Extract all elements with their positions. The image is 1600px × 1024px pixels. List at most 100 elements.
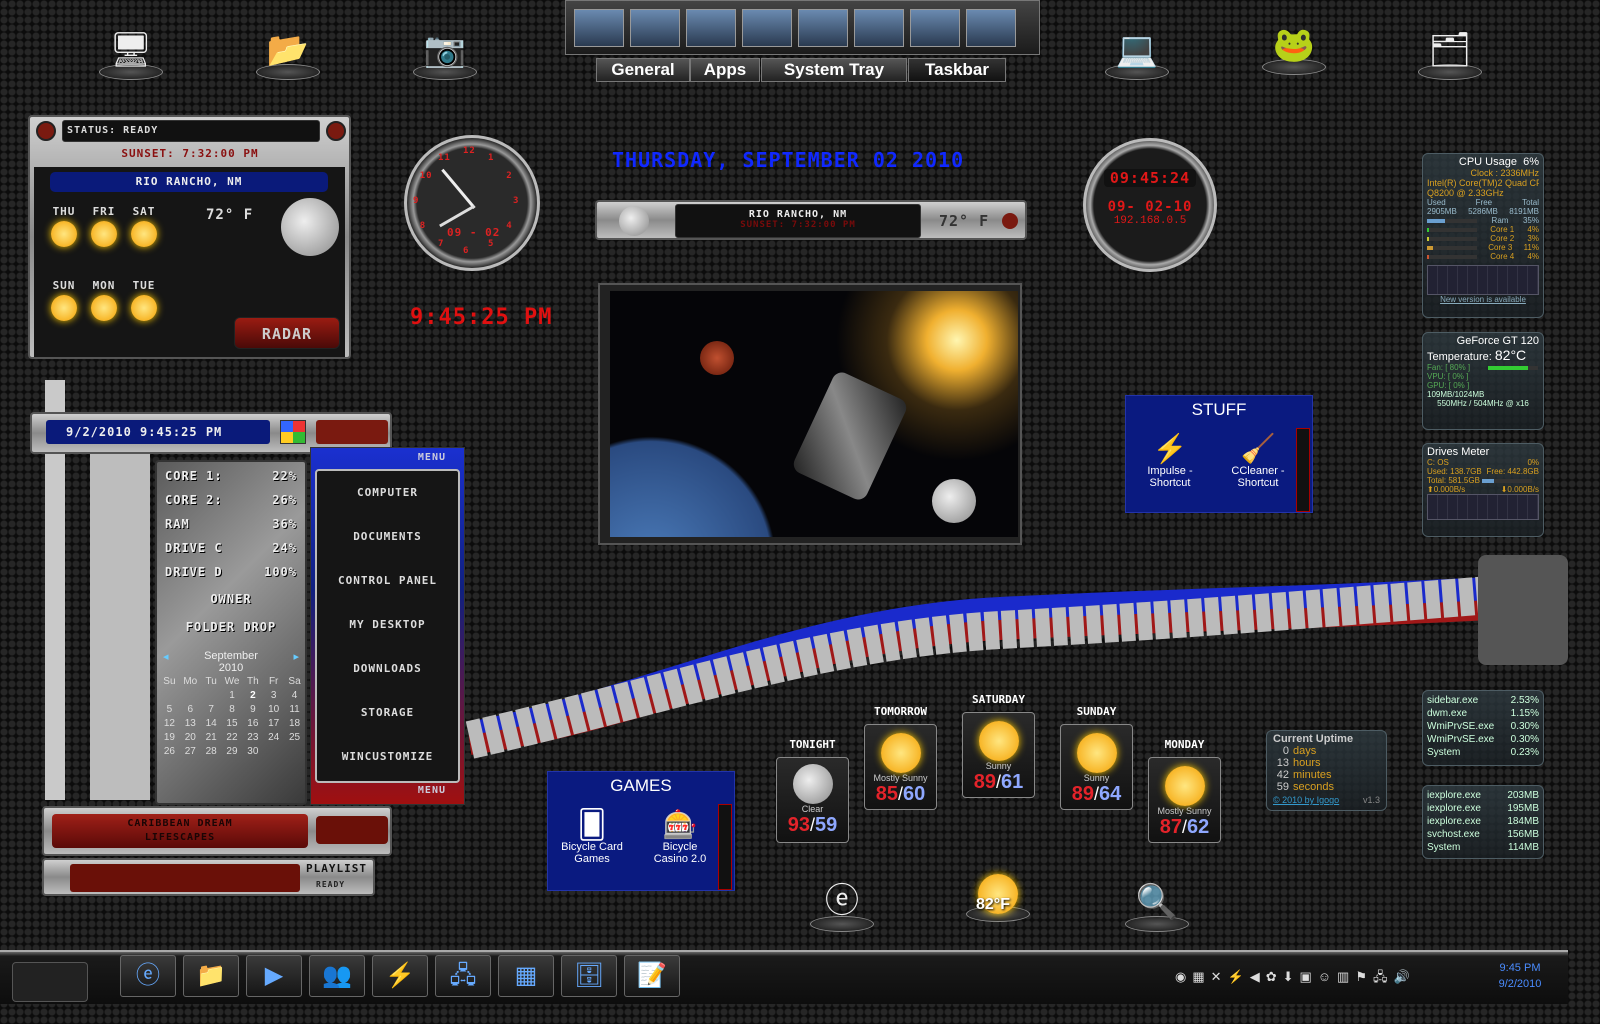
calendar-day[interactable] — [201, 688, 222, 702]
tray-clock[interactable]: 9:45 PM 9/2/2010 — [1490, 962, 1550, 990]
thumbnail-network[interactable] — [630, 9, 680, 47]
calendar-day[interactable]: 14 — [201, 716, 222, 730]
thumbnail-cabinet[interactable] — [854, 9, 904, 47]
calendar-day[interactable]: 8 — [222, 702, 243, 716]
calendar-day[interactable]: 1 — [222, 688, 243, 702]
dock-camera-icon[interactable]: 📷 — [413, 20, 477, 80]
taskbar-messenger-icon[interactable]: 👥 — [309, 955, 365, 997]
tab-system-tray[interactable]: System Tray — [761, 58, 907, 82]
scrollbar[interactable] — [1296, 428, 1310, 512]
calendar-day[interactable]: 29 — [222, 744, 243, 758]
search-dock-icon[interactable]: 🔍 — [1125, 872, 1189, 932]
calendar-day[interactable]: 27 — [180, 744, 201, 758]
red-button[interactable] — [36, 121, 56, 141]
red-button[interactable] — [326, 121, 346, 141]
tab-general[interactable]: General — [596, 58, 690, 82]
calendar-day[interactable]: 23 — [242, 730, 263, 744]
thumbnail-taskmgr[interactable] — [910, 9, 960, 47]
forecast-day: FRI — [92, 205, 116, 218]
calendar-day[interactable]: 21 — [201, 730, 222, 744]
thumbnail-messenger[interactable] — [574, 9, 624, 47]
menu-item-my-desktop[interactable]: MY DESKTOP — [317, 603, 458, 647]
calendar-day[interactable]: 13 — [180, 716, 201, 730]
calendar-day[interactable]: 11 — [284, 702, 305, 716]
calendar-day[interactable]: 17 — [263, 716, 284, 730]
calendar-day[interactable]: 2 — [242, 688, 263, 702]
drive-graph — [1427, 494, 1539, 520]
moon-icon — [619, 206, 649, 236]
new-version-link[interactable]: New version is available — [1427, 295, 1539, 304]
calendar-day[interactable]: 30 — [242, 744, 263, 758]
calendar-day[interactable]: 22 — [222, 730, 243, 744]
calendar-day[interactable]: 19 — [159, 730, 180, 744]
menu-item-control-panel[interactable]: CONTROL PANEL — [317, 559, 458, 603]
impulse-shortcut[interactable]: ⚡ Impulse - Shortcut — [1140, 432, 1200, 489]
calendar-day[interactable]: 3 — [263, 688, 284, 702]
thumbnail-explorer[interactable] — [798, 9, 848, 47]
dock-frog-icon[interactable]: 🐸 — [1262, 15, 1326, 75]
taskbar-file-explorer-icon[interactable]: 📁 — [183, 955, 239, 997]
calendar-day[interactable]: 20 — [180, 730, 201, 744]
taskbar-notepad-icon[interactable]: 📝 — [624, 955, 680, 997]
calendar-day[interactable]: 24 — [263, 730, 284, 744]
calendar-day[interactable]: 15 — [222, 716, 243, 730]
ie-dock-icon[interactable]: ⓔ — [810, 872, 874, 932]
taskbar-impulse-icon[interactable]: ⚡ — [372, 955, 428, 997]
calendar-day[interactable]: 26 — [159, 744, 180, 758]
calendar-day[interactable]: 25 — [284, 730, 305, 744]
menu-item-downloads[interactable]: DOWNLOADS — [317, 647, 458, 691]
taskbar-cabinet-icon[interactable]: 🗄 — [561, 955, 617, 997]
player-controls[interactable] — [70, 864, 300, 892]
calendar-day[interactable]: 6 — [180, 702, 201, 716]
calendar-day[interactable]: 5 — [159, 702, 180, 716]
owner-link[interactable]: OWNER — [157, 592, 305, 606]
calendar-day[interactable] — [180, 688, 201, 702]
forecast-card: TONIGHT Clear 93/59 — [776, 738, 849, 843]
calendar-day[interactable] — [159, 688, 180, 702]
dock-computer-icon[interactable]: 🖥 — [99, 20, 163, 80]
calendar-day[interactable]: 9 — [242, 702, 263, 716]
calendar-day[interactable]: 7 — [201, 702, 222, 716]
clock-number: 4 — [506, 221, 513, 231]
ccleaner-shortcut[interactable]: 🧹 CCleaner - Shortcut — [1228, 432, 1288, 489]
tab-taskbar[interactable]: Taskbar — [908, 58, 1006, 82]
red-button[interactable] — [1002, 213, 1018, 229]
weather-dock-icon[interactable]: 82°F — [966, 862, 1030, 922]
menu-item-computer[interactable]: COMPUTER — [317, 471, 458, 515]
folder-drop[interactable]: FOLDER DROP — [157, 620, 305, 634]
calendar-day[interactable]: 28 — [201, 744, 222, 758]
start-orb[interactable] — [12, 962, 88, 1002]
taskbar-network-icon[interactable]: 🖧 — [435, 955, 491, 997]
taskbar-media-player-icon[interactable]: ▶ — [246, 955, 302, 997]
thumbnail-monitor[interactable] — [742, 9, 792, 47]
calendar-day[interactable]: 16 — [242, 716, 263, 730]
tab-apps[interactable]: Apps — [690, 58, 760, 82]
calendar-day[interactable]: 12 — [159, 716, 180, 730]
system-tray[interactable]: ◉▦✕⚡◀✿⬇▣☺▥⚑🖧🔊 — [1175, 968, 1416, 990]
menu-item-storage[interactable]: STORAGE — [317, 691, 458, 735]
calendar-day[interactable] — [284, 744, 305, 758]
taskbar-control-panel-icon[interactable]: ▦ — [498, 955, 554, 997]
windows-start-icon[interactable] — [280, 420, 306, 444]
cal-next[interactable]: ▸ — [293, 650, 299, 663]
dock-folder-icon[interactable]: 📂 — [256, 20, 320, 80]
calendar-day[interactable] — [263, 744, 284, 758]
thumbnail-notepad[interactable] — [966, 9, 1016, 47]
menu-item-documents[interactable]: DOCUMENTS — [317, 515, 458, 559]
cal-prev[interactable]: ◂ — [163, 650, 169, 663]
taskbar-internet-explorer-icon[interactable]: ⓔ — [120, 955, 176, 997]
menu-item-wincustomize[interactable]: WINCUSTOMIZE — [317, 735, 458, 779]
calendar-day[interactable]: 4 — [284, 688, 305, 702]
playlist-label[interactable]: PLAYLIST — [306, 862, 367, 875]
scrollbar[interactable] — [718, 804, 732, 890]
uptime-link[interactable]: © 2010 by Igogo — [1273, 795, 1339, 805]
calendar-day[interactable]: 10 — [263, 702, 284, 716]
bicycle-card-games-shortcut[interactable]: 🂠 Bicycle Card Games — [558, 808, 626, 865]
dock-folder-dark-icon[interactable]: 🗂 — [1418, 20, 1482, 80]
tray-time: 9:45 PM — [1499, 962, 1541, 974]
bicycle-casino-shortcut[interactable]: 🎰 Bicycle Casino 2.0 — [644, 808, 716, 865]
thumbnail-window[interactable] — [686, 9, 736, 47]
calendar-day[interactable]: 18 — [284, 716, 305, 730]
radar-button[interactable]: RADAR — [234, 317, 340, 349]
dock-laptop-icon[interactable]: 💻 — [1105, 20, 1169, 80]
